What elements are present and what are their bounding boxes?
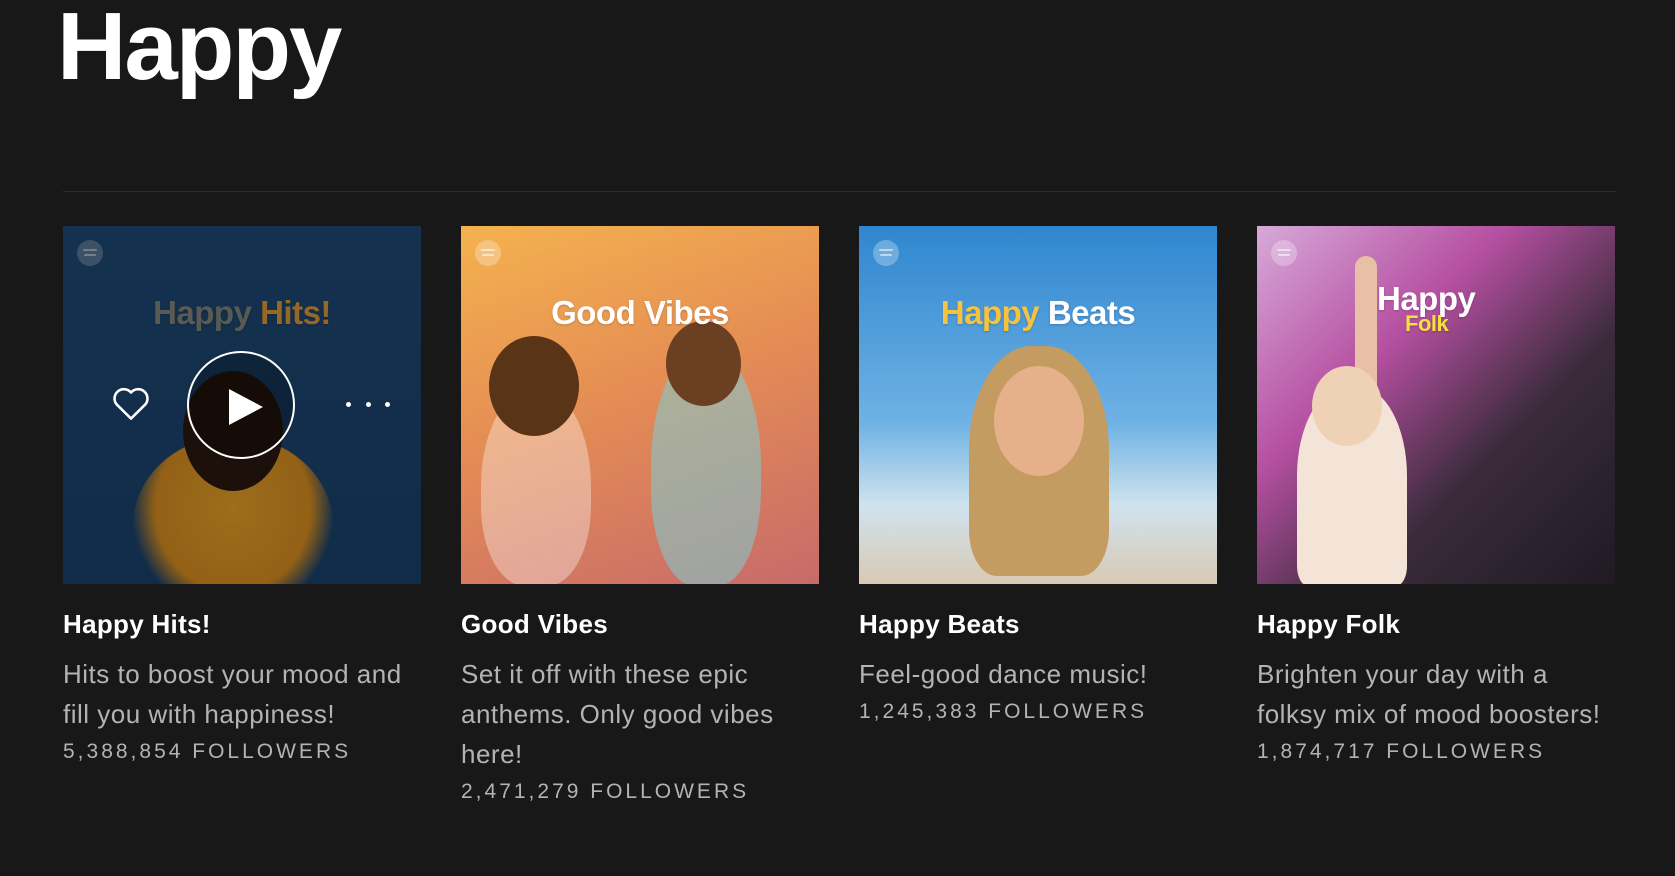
spotify-logo-icon [1271, 240, 1297, 266]
heart-icon[interactable] [109, 381, 153, 425]
cover-word-1: Happy [940, 294, 1040, 331]
cover-word-1: Happy [1377, 280, 1476, 317]
playlist-description: Set it off with these epic anthems. Only… [461, 659, 774, 769]
cover-artwork-head [1312, 366, 1382, 446]
play-button[interactable] [187, 351, 295, 459]
playlist-card-good-vibes[interactable]: Good Vibes Good Vibes Set it off with th… [461, 226, 819, 804]
cover-word-2: Beats [1047, 294, 1136, 331]
playlist-description: Brighten your day with a folksy mix of m… [1257, 659, 1601, 729]
play-icon [229, 389, 263, 425]
playlist-followers: 2,471,279 FOLLOWERS [461, 780, 750, 803]
playlist-description: Feel-good dance music! [859, 659, 1148, 689]
playlist-title[interactable]: Good Vibes [461, 609, 819, 640]
playlist-title[interactable]: Happy Beats [859, 609, 1217, 640]
cover-artwork-head [489, 336, 579, 436]
playlist-title[interactable]: Happy Folk [1257, 609, 1615, 640]
cover-title: Happy Beats [859, 294, 1217, 332]
playlist-cover[interactable]: Happy Folk [1257, 226, 1615, 584]
playlist-card-happy-hits[interactable]: Happy Hits! Happy Hits! Hits to boost yo… [63, 226, 421, 804]
page-title: Happy [57, 0, 342, 100]
playlist-followers: 1,874,717 FOLLOWERS [1257, 740, 1546, 763]
cover-word-2: Vibes [643, 294, 729, 331]
cover-artwork-head [666, 321, 741, 406]
playlist-card-happy-beats[interactable]: Happy Beats Happy Beats Feel-good dance … [859, 226, 1217, 804]
cover-title: Good Vibes [461, 294, 819, 332]
playlist-description: Hits to boost your mood and fill you wit… [63, 659, 402, 729]
playlist-card-happy-folk[interactable]: Happy Folk Happy Folk Brighten your day … [1257, 226, 1615, 804]
cover-word-1: Good [551, 294, 636, 331]
playlist-cover[interactable]: Good Vibes [461, 226, 819, 584]
playlist-grid: Happy Hits! Happy Hits! Hits to boost yo… [63, 226, 1615, 804]
playlist-followers: 1,245,383 FOLLOWERS [859, 700, 1148, 723]
more-options-icon[interactable] [346, 394, 390, 414]
playlist-cover[interactable]: Happy Hits! [63, 226, 421, 584]
playlist-followers: 5,388,854 FOLLOWERS [63, 740, 352, 763]
section-divider [63, 191, 1616, 192]
playlist-title[interactable]: Happy Hits! [63, 609, 421, 640]
spotify-logo-icon [475, 240, 501, 266]
playlist-cover[interactable]: Happy Beats [859, 226, 1217, 584]
cover-artwork-head [994, 366, 1084, 476]
spotify-logo-icon [873, 240, 899, 266]
cover-title: Happy Folk [1377, 280, 1476, 334]
